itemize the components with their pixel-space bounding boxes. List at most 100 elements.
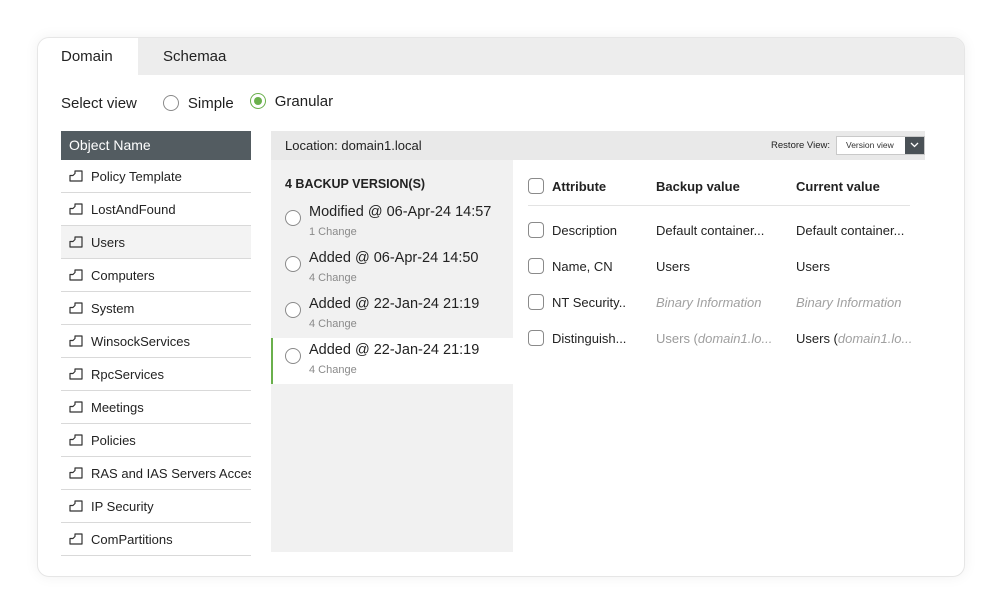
radio-unchecked-icon[interactable] bbox=[162, 95, 179, 111]
version-title: Modified @ 06-Apr-24 14:57 bbox=[309, 204, 492, 220]
folder-icon bbox=[69, 434, 83, 446]
backup-version-item[interactable]: Added @ 22-Jan-24 21:19 4 Change bbox=[271, 292, 513, 338]
location-label: Location: domain1.local bbox=[285, 138, 422, 153]
radio-checked-icon[interactable] bbox=[249, 93, 266, 109]
object-list-item[interactable]: ComPartitions bbox=[61, 523, 251, 556]
object-list-header: Object Name bbox=[61, 131, 251, 160]
object-list-item[interactable]: LostAndFound bbox=[61, 193, 251, 226]
backup-value-prefix: Users ( bbox=[656, 330, 698, 346]
object-list-item[interactable]: RAS and IAS Servers Access Check bbox=[61, 457, 251, 490]
object-list-item-label: Policies bbox=[91, 432, 136, 448]
folder-icon bbox=[69, 203, 83, 215]
chevron-down-icon[interactable] bbox=[905, 136, 924, 154]
folder-icon bbox=[69, 368, 83, 380]
radio-simple[interactable]: Simple bbox=[162, 94, 234, 112]
object-list-item[interactable]: Computers bbox=[61, 259, 251, 292]
column-attribute: Attribute bbox=[552, 178, 607, 194]
folder-icon bbox=[69, 533, 83, 545]
folder-icon bbox=[69, 170, 83, 182]
current-value: Users (domain1.lo... bbox=[796, 331, 912, 346]
column-backup-value: Backup value bbox=[656, 178, 740, 194]
object-list-item-label: System bbox=[91, 300, 135, 316]
radio-simple-label: Simple bbox=[187, 94, 234, 112]
radio-unchecked-icon[interactable] bbox=[285, 256, 301, 272]
object-list-item[interactable]: Meetings bbox=[61, 391, 251, 424]
object-list-item-label: RpcServices bbox=[91, 366, 164, 382]
version-title: Added @ 06-Apr-24 14:50 bbox=[309, 250, 479, 266]
backup-version-item[interactable]: Added @ 22-Jan-24 21:19 4 Change bbox=[271, 338, 513, 384]
view-selector: Select view Simple Granular bbox=[61, 91, 349, 115]
backup-value: Users bbox=[656, 258, 690, 274]
object-list-item-label: ComPartitions bbox=[91, 531, 173, 547]
location-bar: Location: domain1.local Restore View: Ve… bbox=[271, 131, 925, 160]
object-list-item[interactable]: System bbox=[61, 292, 251, 325]
table-row: Distinguish... Users (domain1.lo... User… bbox=[528, 326, 928, 350]
version-change-count: 1 Change bbox=[309, 226, 357, 238]
restore-view: Restore View: Version view bbox=[771, 135, 925, 155]
radio-granular-label: Granular bbox=[274, 92, 334, 110]
folder-icon bbox=[69, 269, 83, 281]
object-list: Object Name Policy Template LostAndFound U… bbox=[61, 131, 251, 556]
object-list-item[interactable]: Users bbox=[61, 226, 251, 259]
tab-bar: Domain Schemaa bbox=[38, 38, 964, 75]
tab-domain[interactable]: Domain bbox=[38, 38, 138, 75]
row-checkbox[interactable] bbox=[528, 222, 544, 238]
folder-icon bbox=[69, 401, 83, 413]
version-title: Added @ 22-Jan-24 21:19 bbox=[309, 296, 480, 312]
object-list-item-label: Users bbox=[91, 234, 125, 250]
folder-icon bbox=[69, 500, 83, 512]
tab-schemaa[interactable]: Schemaa bbox=[163, 38, 226, 75]
radio-unchecked-icon[interactable] bbox=[285, 348, 301, 364]
version-change-count: 4 Change bbox=[309, 318, 357, 330]
current-value: Default container... bbox=[796, 222, 905, 238]
select-all-checkbox[interactable] bbox=[528, 178, 544, 194]
attribute-name: Distinguish... bbox=[552, 330, 627, 346]
backup-value: Default container... bbox=[656, 222, 765, 238]
column-current-value: Current value bbox=[796, 178, 880, 194]
backup-window: Domain Schemaa Select view Simple Granul… bbox=[37, 37, 965, 577]
object-list-item-label: Policy Template bbox=[91, 168, 182, 184]
restore-view-label: Restore View: bbox=[771, 139, 830, 151]
folder-icon bbox=[69, 335, 83, 347]
row-checkbox[interactable] bbox=[528, 258, 544, 274]
object-list-item-label: IP Security bbox=[91, 498, 154, 514]
attribute-table-header: Attribute Backup value Current value bbox=[528, 174, 928, 198]
folder-icon bbox=[69, 302, 83, 314]
object-list-item-label: Computers bbox=[91, 267, 155, 283]
current-value: Users bbox=[796, 258, 830, 274]
attribute-name: NT Security.. bbox=[552, 294, 626, 310]
header-divider bbox=[528, 205, 910, 206]
table-row: Description Default container... Default… bbox=[528, 218, 928, 242]
object-list-item-label: Meetings bbox=[91, 399, 144, 415]
attribute-name: Name, CN bbox=[552, 258, 613, 274]
object-list-item[interactable]: WinsockServices bbox=[61, 325, 251, 358]
versions-header: 4 BACKUP VERSION(S) bbox=[285, 177, 426, 191]
folder-icon bbox=[69, 467, 83, 479]
restore-view-value: Version view bbox=[846, 139, 894, 150]
backup-versions-panel: 4 BACKUP VERSION(S) Modified @ 06-Apr-24… bbox=[271, 160, 513, 552]
table-row: NT Security.. Binary Information Binary … bbox=[528, 290, 928, 314]
table-row: Name, CN Users Users bbox=[528, 254, 928, 278]
radio-unchecked-icon[interactable] bbox=[285, 210, 301, 226]
row-checkbox[interactable] bbox=[528, 330, 544, 346]
object-list-item[interactable]: Policies bbox=[61, 424, 251, 457]
radio-granular[interactable]: Granular bbox=[249, 92, 334, 110]
object-list-item[interactable]: IP Security bbox=[61, 490, 251, 523]
object-list-item[interactable]: Policy Template bbox=[61, 160, 251, 193]
restore-view-dropdown[interactable]: Version view bbox=[836, 135, 925, 155]
backup-value: Users (domain1.lo... bbox=[656, 331, 772, 346]
object-list-item-label: LostAndFound bbox=[91, 201, 176, 217]
version-title: Added @ 22-Jan-24 21:19 bbox=[309, 342, 480, 358]
backup-value-domain: domain1.lo... bbox=[697, 330, 773, 346]
folder-icon bbox=[69, 236, 83, 248]
object-list-item-label: RAS and IAS Servers Access Check bbox=[91, 465, 251, 481]
select-view-label: Select view bbox=[61, 94, 137, 112]
backup-version-item[interactable]: Modified @ 06-Apr-24 14:57 1 Change bbox=[271, 200, 513, 246]
radio-unchecked-icon[interactable] bbox=[285, 302, 301, 318]
row-checkbox[interactable] bbox=[528, 294, 544, 310]
version-change-count: 4 Change bbox=[309, 364, 357, 376]
attribute-name: Description bbox=[552, 222, 618, 238]
object-list-item[interactable]: RpcServices bbox=[61, 358, 251, 391]
backup-version-item[interactable]: Added @ 06-Apr-24 14:50 4 Change bbox=[271, 246, 513, 292]
object-list-item-label: WinsockServices bbox=[91, 333, 190, 349]
